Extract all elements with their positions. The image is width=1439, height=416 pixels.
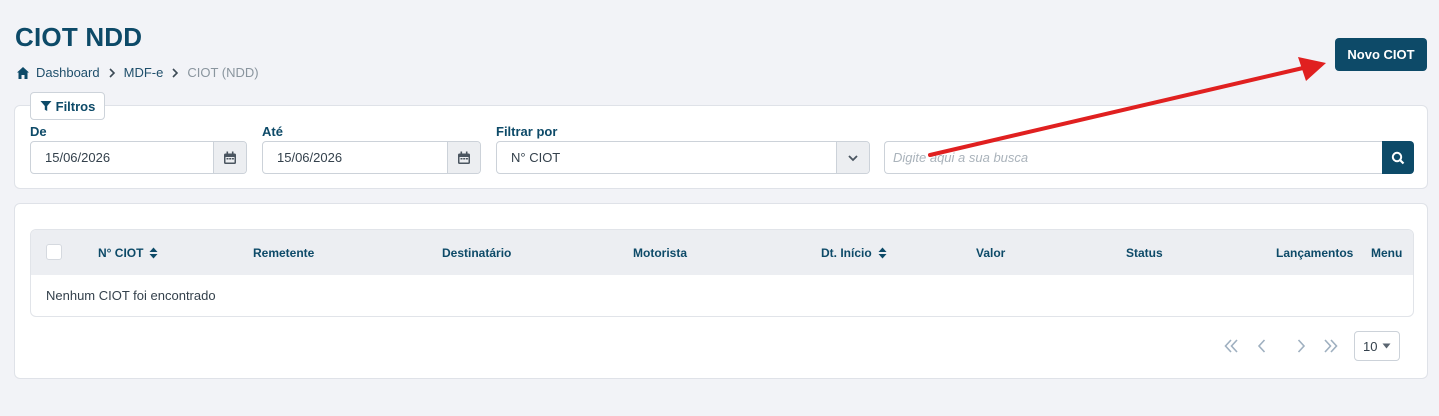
column-header-motorista: Motorista	[633, 246, 687, 260]
new-ciot-button[interactable]: Novo CIOT	[1335, 38, 1427, 71]
filters-tab-label: Filtros	[55, 98, 96, 114]
from-date-field[interactable]: 15/06/2026	[30, 141, 247, 174]
filter-by-value[interactable]: N° CIOT	[497, 142, 836, 173]
breadcrumb-mdfe[interactable]: MDF-e	[124, 65, 164, 80]
sort-icon[interactable]	[878, 247, 887, 259]
table-header: N° CIOT Remetente Destinatário Motorista…	[31, 230, 1413, 275]
to-date-field[interactable]: 15/06/2026	[262, 141, 481, 174]
first-page-icon[interactable]	[1221, 336, 1241, 356]
home-icon[interactable]	[16, 66, 30, 80]
calendar-icon[interactable]	[447, 142, 480, 173]
chevron-right-icon	[171, 67, 179, 78]
column-header-valor: Valor	[976, 246, 1006, 260]
search-icon	[1391, 151, 1405, 164]
from-date-label: De	[30, 124, 47, 139]
breadcrumb-dashboard[interactable]: Dashboard	[36, 65, 100, 80]
search-button[interactable]	[1382, 141, 1414, 174]
caret-down-icon	[1382, 343, 1391, 349]
results-table: N° CIOT Remetente Destinatário Motorista…	[30, 229, 1414, 317]
filter-by-label: Filtrar por	[496, 124, 558, 139]
next-page-icon[interactable]	[1291, 336, 1311, 356]
column-header-menu: Menu	[1371, 246, 1403, 260]
page-title: CIOT NDD	[15, 22, 143, 52]
filter-by-select[interactable]: N° CIOT	[496, 141, 870, 174]
column-header-status: Status	[1126, 246, 1163, 260]
breadcrumb-current: CIOT (NDD)	[187, 65, 259, 80]
page-size-value: 10	[1363, 338, 1378, 354]
column-header-dt-inicio[interactable]: Dt. Início	[821, 246, 887, 260]
column-header-remetente: Remetente	[253, 246, 315, 260]
sort-icon[interactable]	[149, 247, 158, 259]
filter-icon	[40, 101, 52, 111]
column-header-lancamentos: Lançamentos	[1276, 246, 1354, 260]
empty-message: Nenhum CIOT foi encontrado	[46, 288, 216, 303]
prev-page-icon[interactable]	[1252, 336, 1272, 356]
from-date-value[interactable]: 15/06/2026	[31, 142, 213, 173]
page-size-select[interactable]: 10	[1354, 331, 1400, 361]
search-input[interactable]	[884, 141, 1384, 174]
select-all-checkbox[interactable]	[46, 244, 62, 260]
to-date-label: Até	[262, 124, 283, 139]
chevron-down-icon[interactable]	[836, 142, 869, 173]
breadcrumb: Dashboard MDF-e CIOT (NDD)	[16, 65, 259, 80]
column-header-destinatario: Destinatário	[442, 246, 512, 260]
column-header-ciot[interactable]: N° CIOT	[98, 246, 158, 260]
calendar-icon[interactable]	[213, 142, 246, 173]
filters-tab[interactable]: Filtros	[30, 92, 105, 120]
to-date-value[interactable]: 15/06/2026	[263, 142, 447, 173]
last-page-icon[interactable]	[1321, 336, 1341, 356]
chevron-right-icon	[108, 67, 116, 78]
